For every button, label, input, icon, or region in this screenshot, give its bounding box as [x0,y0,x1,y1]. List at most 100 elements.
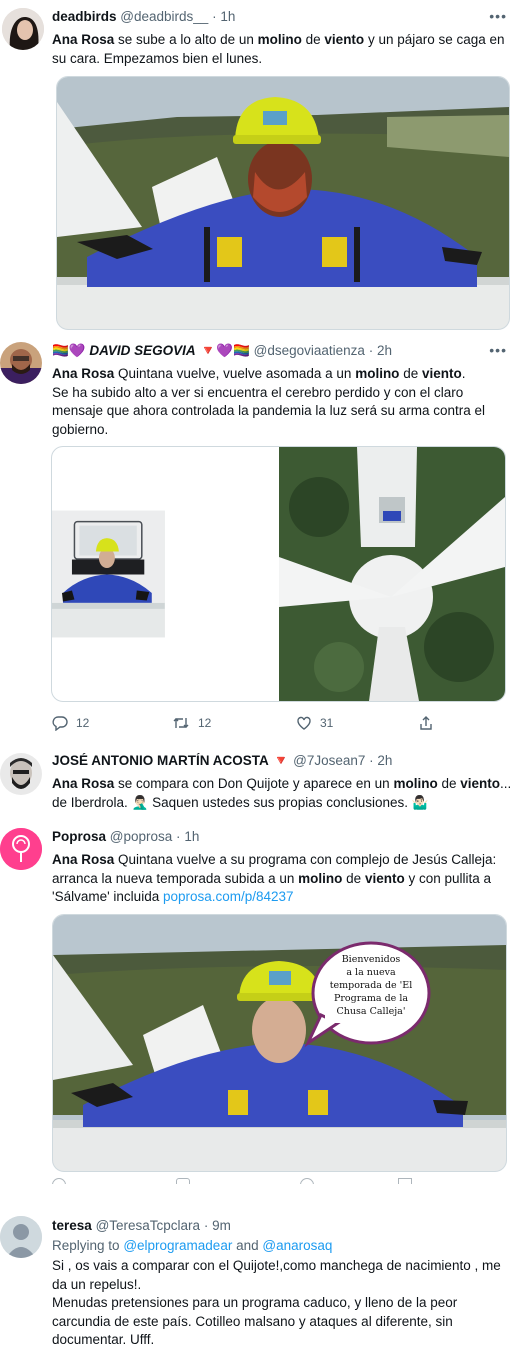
display-name[interactable]: DAVID SEGOVIA [89,343,195,358]
separator: · [368,343,374,358]
more-icon[interactable]: ••• [489,342,507,358]
timestamp[interactable]: 2h [377,343,392,358]
tweet-poprosa[interactable]: Poprosa @poprosa · 1h Ana Rosa Quintana … [0,820,521,1189]
tweet-text-line: Si , os vais a comparar con el Quijote!,… [52,1257,509,1276]
tweet-text-segment: ... [500,776,512,791]
reply-count: 12 [76,716,90,730]
tweet-text-segment: y un pájaro se caga en [364,32,505,47]
tweet-text-line: mensaje que ahora controlada la pandemia… [52,402,509,421]
tweet-text-line: da un repelus!. [52,1276,509,1295]
tweet-actions: 12 12 31 [52,715,432,733]
tweet-text: Ana Rosa se compara con Don Quijote y ap… [52,775,512,813]
lollipop-logo [0,828,42,870]
user-handle[interactable]: @dsegoviaatienza [254,343,365,358]
tweet-text-segment: de Iberdrola. 🤦🏻‍♂️ Saquen ustedes sus p… [52,794,429,810]
avatar-image [0,753,42,795]
tweet-jose-antonio[interactable]: JOSÉ ANTONIO MARTÍN ACOSTA 🔻 @7Josean7 ·… [0,740,521,821]
display-name[interactable]: Poprosa [52,829,106,844]
tweet-header: JOSÉ ANTONIO MARTÍN ACOSTA 🔻 @7Josean7 ·… [52,753,495,769]
tweet-header: deadbirds @deadbirds__ · 1h [52,9,495,24]
bubble-line: temporada de 'El [329,980,413,991]
mention-link[interactable]: @anarosaq [262,1238,332,1253]
highlighted-keyword: viento [324,32,365,47]
tweet-text-line: gobierno. [52,421,509,440]
tweet-text-line: Ana Rosa se sube a lo alto de un molino … [52,31,509,50]
highlighted-keyword: Ana Rosa [52,852,115,867]
tweet-text-line: Ana Rosa se compara con Don Quijote y ap… [52,775,512,794]
tweet-media-image[interactable] [56,76,510,330]
tweet-text-line: arranca la nueva temporada subida a un m… [52,870,509,889]
display-name[interactable]: deadbirds [52,9,117,24]
timestamp[interactable]: 2h [377,753,392,768]
like-icon [297,716,311,730]
turbine-photo-left[interactable] [52,447,278,701]
tweet-text-segment: Si , os vais a comparar con el Quijote!,… [52,1258,501,1273]
bubble-line: a la nueva [346,967,396,978]
reply-icon [52,716,68,731]
tweet-text-segment: se sube a lo alto de un [114,32,258,47]
share-button[interactable] [418,715,434,731]
tweet-media-image[interactable]: Bienvenidos a la nueva temporada de 'El … [52,914,507,1172]
tweet-text-line: 'Sálvame' incluida poprosa.com/p/84237 [52,888,509,907]
tweet-text-line: su cara. Empezamos bien el lunes. [52,50,509,69]
retweet-button[interactable]: 12 [172,715,211,731]
avatar[interactable] [0,828,42,870]
tweet-text-segment: gobierno. [52,421,109,437]
tweet-david-segovia[interactable]: 🏳️‍🌈💜 DAVID SEGOVIA 🔻💜🏳️‍🌈 @dsegoviaatie… [0,334,521,741]
avatar[interactable] [0,753,42,795]
name-emoji-prefix: 🏳️‍🌈💜 [52,343,86,358]
reply-button[interactable]: 12 [52,715,89,731]
like-count: 31 [320,716,334,730]
replying-to: Replying to @elprogramadear and @anarosa… [52,1238,332,1253]
user-handle[interactable]: @poprosa [110,829,173,844]
highlighted-keyword: viento [421,366,462,381]
tweet-text-segment: de [301,32,325,47]
timestamp[interactable]: 9m [212,1218,231,1233]
tweet-text-segment: arranca la nueva temporada subida a un [52,870,299,886]
avatar[interactable] [2,8,44,50]
tweet-deadbirds[interactable]: deadbirds @deadbirds__ · 1h ••• Ana Rosa… [0,0,521,335]
highlighted-keyword: molino [257,32,302,47]
tweet-text-line: de Iberdrola. 🤦🏻‍♂️ Saquen ustedes sus p… [52,794,509,813]
tweet-text-segment: 'Sálvame' incluida [52,889,163,904]
avatar[interactable] [0,342,42,384]
tweet-link[interactable]: poprosa.com/p/84237 [163,889,294,904]
avatar[interactable] [0,1216,42,1258]
user-handle[interactable]: @TeresaTcpclara [96,1218,201,1233]
replying-label: Replying to [52,1238,120,1253]
more-icon[interactable]: ••• [489,8,507,24]
user-handle[interactable]: @deadbirds__ [120,9,208,24]
timestamp[interactable]: 1h [220,9,235,24]
tweet-text-line: documentar. Ufff. [52,1331,509,1350]
turbine-photo-right[interactable] [279,447,505,701]
tweet-text-segment: y con pullita a [404,870,492,886]
avatar-image [0,342,42,384]
like-button[interactable]: 31 [296,715,333,731]
mention-link[interactable]: @elprogramadear [123,1238,232,1253]
cropped-action-bar [52,1178,452,1184]
tweet-text-segment: Se ha subido alto a ver si encuentra el … [52,384,464,400]
tweet-text-segment: da un repelus!. [52,1276,142,1292]
tweet-text-segment: de [437,776,461,791]
highlighted-keyword: molino [355,366,400,381]
tweet-text-segment: de [399,366,422,381]
highlighted-keyword: Ana Rosa [52,32,115,47]
default-avatar-icon [0,1216,42,1258]
separator: · [203,1218,209,1233]
display-name[interactable]: teresa [52,1218,92,1233]
tweet-header: Poprosa @poprosa · 1h [52,829,495,844]
bubble-line: Programa de la [333,993,409,1004]
highlighted-keyword: molino [298,870,343,886]
tweet-text-line: Ana Rosa Quintana vuelve, vuelve asomada… [52,365,509,384]
display-name[interactable]: JOSÉ ANTONIO MARTÍN ACOSTA [52,753,269,768]
user-handle[interactable]: @7Josean7 [293,753,365,768]
tweet-teresa[interactable]: teresa @TeresaTcpclara · 9m Replying to … [0,1188,521,1349]
bubble-line: Bienvenidos [341,954,401,965]
tweet-text-segment: documentar. Ufff. [52,1332,155,1347]
tweet-text-segment: de [342,870,365,886]
tweet-text-segment: Menudas pretensiones para un programa ca… [52,1295,458,1310]
tweet-text-line: carcundia de este país. Cotilleo malsano… [52,1313,509,1332]
bubble-line: Chusa Calleja' [336,1006,406,1017]
tweet-header: 🏳️‍🌈💜 DAVID SEGOVIA 🔻💜🏳️‍🌈 @dsegoviaatie… [52,343,495,359]
timestamp[interactable]: 1h [184,829,199,844]
